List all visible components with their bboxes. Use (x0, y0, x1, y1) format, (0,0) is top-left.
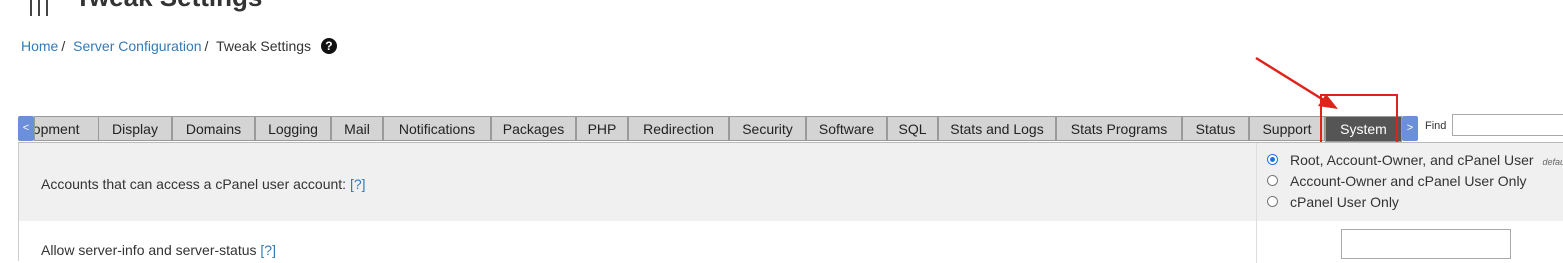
tab-software[interactable]: Software (806, 116, 887, 141)
radio-label-text: Root, Account-Owner, and cPanel User (1290, 152, 1534, 168)
tabs-scroll-left-button[interactable]: < (18, 116, 34, 141)
tab-domains[interactable]: Domains (172, 116, 255, 141)
tweak-settings-icon (28, 0, 54, 16)
tab-support[interactable]: Support (1249, 116, 1325, 141)
setting-label-text: Allow server-info and server-status (41, 242, 257, 258)
tab-mail[interactable]: Mail (331, 116, 383, 141)
setting-row: Accounts that can access a cPanel user a… (18, 143, 1563, 221)
radio-label: Account-Owner and cPanel User Only (1290, 173, 1527, 189)
column-divider (1256, 143, 1257, 263)
tab-php[interactable]: PHP (576, 116, 628, 141)
settings-table: Accounts that can access a cPanel user a… (18, 142, 1563, 263)
setting-help-link[interactable]: [?] (350, 176, 366, 192)
radio-button[interactable] (1267, 175, 1278, 186)
radio-button[interactable] (1267, 196, 1278, 207)
breadcrumb: Home / Server Configuration / Tweak Settin… (21, 38, 337, 54)
tab-status[interactable]: Status (1182, 116, 1249, 141)
page-title: Tweak Settings (75, 0, 262, 13)
find-label: Find (1425, 120, 1447, 132)
tab-stats-and-logs[interactable]: Stats and Logs (938, 116, 1056, 141)
tab-sql[interactable]: SQL (887, 116, 938, 141)
radio-button-checked[interactable] (1267, 154, 1278, 165)
tab-redirection[interactable]: Redirection (628, 116, 729, 141)
radio-label: Root, Account-Owner, and cPanel User def… (1290, 152, 1563, 168)
tab-packages[interactable]: Packages (491, 116, 576, 141)
tabs-scroll-right-button[interactable]: > (1402, 116, 1418, 141)
setting-value-input[interactable] (1341, 229, 1511, 259)
tab-stats-programs[interactable]: Stats Programs (1056, 116, 1182, 141)
setting-row: Allow server-info and server-status [?] (18, 221, 1563, 261)
default-note: default (1542, 157, 1563, 167)
breadcrumb-home[interactable]: Home (21, 38, 58, 54)
breadcrumb-server-configuration[interactable]: Server Configuration (73, 38, 201, 54)
find-input[interactable] (1452, 114, 1563, 136)
setting-label: Accounts that can access a cPanel user a… (41, 176, 366, 192)
tab-bar: < Development Display Domains Logging Ma… (18, 116, 1418, 142)
tab-logging[interactable]: Logging (255, 116, 331, 141)
tab-label: Development (34, 121, 80, 137)
help-icon[interactable]: ? (320, 38, 337, 54)
setting-label-text: Accounts that can access a cPanel user a… (41, 176, 347, 192)
radio-label: cPanel User Only (1290, 194, 1399, 210)
breadcrumb-current: Tweak Settings (216, 38, 312, 54)
tab-security[interactable]: Security (729, 116, 806, 141)
setting-label: Allow server-info and server-status [?] (41, 242, 276, 258)
setting-help-link[interactable]: [?] (260, 242, 276, 258)
tab-display[interactable]: Display (98, 116, 172, 141)
tab-notifications[interactable]: Notifications (383, 116, 491, 141)
